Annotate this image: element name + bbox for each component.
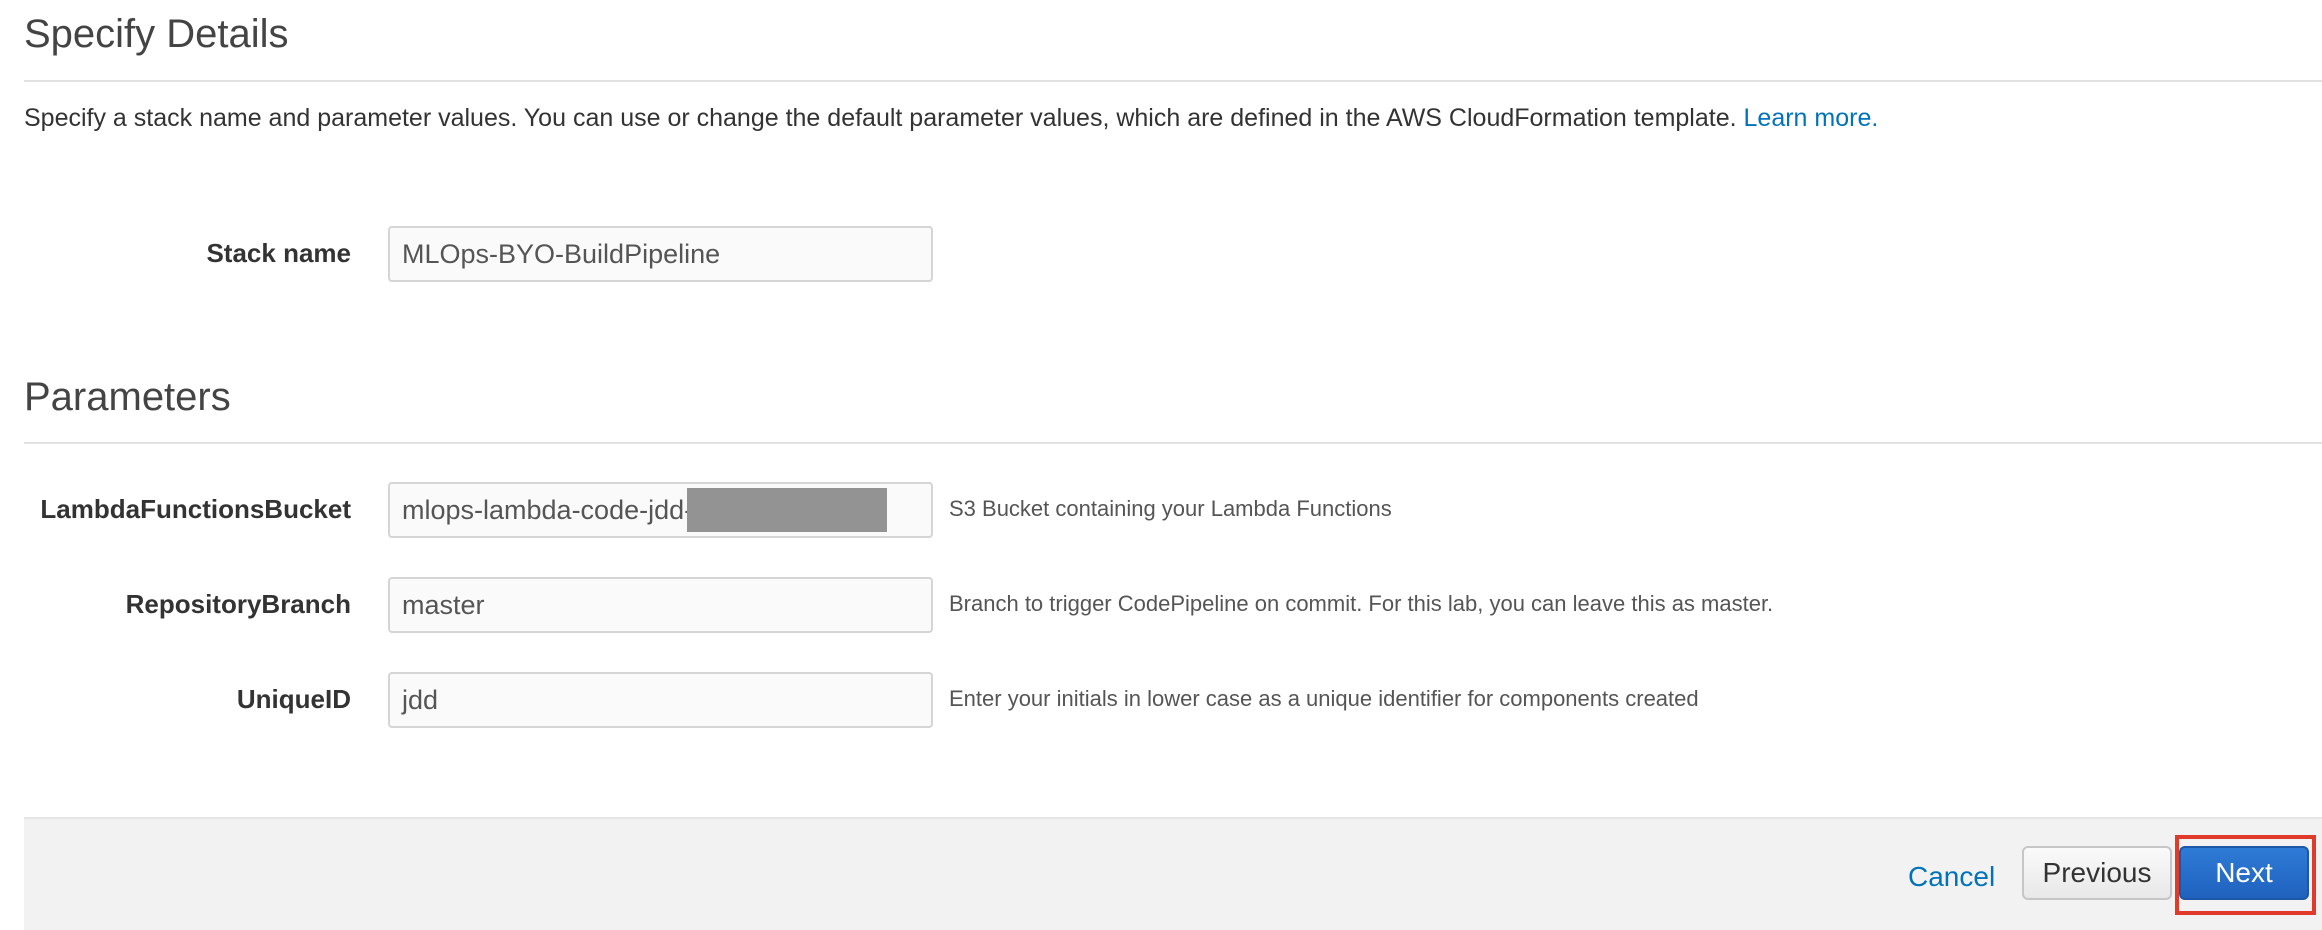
parameters-divider bbox=[24, 442, 2322, 444]
title-divider bbox=[24, 80, 2322, 82]
lambda-functions-bucket-input[interactable]: mlops-lambda-code-jdd- bbox=[388, 482, 933, 538]
lambda-functions-bucket-value: mlops-lambda-code-jdd- bbox=[402, 495, 694, 525]
redacted-block bbox=[687, 488, 887, 532]
details-description: Specify a stack name and parameter value… bbox=[24, 104, 1878, 133]
specify-details-page: Specify Details Specify a stack name and… bbox=[0, 0, 2322, 930]
next-button[interactable]: Next bbox=[2179, 846, 2309, 900]
lambda-functions-bucket-hint: S3 Bucket containing your Lambda Functio… bbox=[949, 496, 1392, 521]
wizard-footer: Cancel Previous Next bbox=[24, 817, 2322, 930]
unique-id-input[interactable]: jdd bbox=[388, 672, 933, 728]
repository-branch-label: RepositoryBranch bbox=[125, 589, 351, 619]
parameters-title: Parameters bbox=[24, 375, 231, 419]
stack-name-input[interactable]: MLOps-BYO-BuildPipeline bbox=[388, 226, 933, 282]
cancel-link[interactable]: Cancel bbox=[1908, 861, 1995, 893]
unique-id-hint: Enter your initials in lower case as a u… bbox=[949, 686, 1699, 711]
repository-branch-hint: Branch to trigger CodePipeline on commit… bbox=[949, 591, 1774, 616]
specify-details-title: Specify Details bbox=[24, 12, 289, 56]
learn-more-link[interactable]: Learn more. bbox=[1744, 104, 1879, 132]
lambda-functions-bucket-label: LambdaFunctionsBucket bbox=[40, 494, 351, 524]
unique-id-label: UniqueID bbox=[236, 684, 351, 714]
repository-branch-input[interactable]: master bbox=[388, 577, 933, 633]
description-text: Specify a stack name and parameter value… bbox=[24, 104, 1737, 132]
previous-button[interactable]: Previous bbox=[2022, 846, 2172, 900]
stack-name-label: Stack name bbox=[206, 238, 351, 268]
